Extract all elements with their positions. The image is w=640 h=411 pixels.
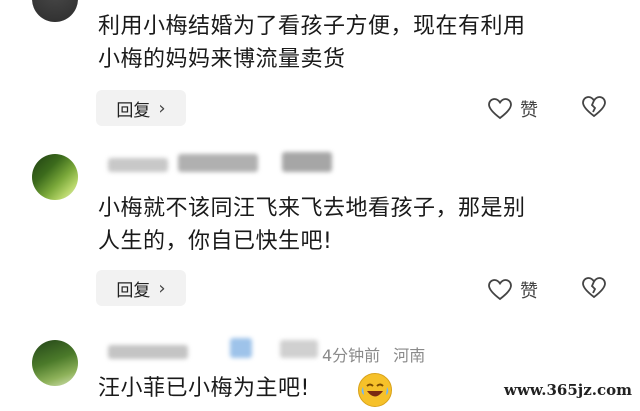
username-blur	[178, 154, 258, 172]
reply-button[interactable]: 回复 ›	[96, 90, 186, 126]
chevron-right-icon: ›	[158, 277, 166, 299]
comment-location: 河南	[393, 346, 426, 365]
comment-time: 4分钟前	[322, 346, 381, 365]
reply-button[interactable]: 回复 ›	[96, 270, 186, 306]
dislike-button[interactable]	[582, 96, 606, 118]
like-button[interactable]: 赞	[488, 96, 538, 122]
avatar[interactable]	[32, 340, 78, 386]
reply-label: 回复	[116, 100, 151, 121]
thumb-up-icon	[488, 98, 512, 120]
watermark: www.365jz.com	[504, 381, 632, 399]
comment-text-line: 小梅的妈妈来博流量卖货	[98, 47, 346, 72]
comment-text-line: 小梅就不该同汪飞来飞去地看孩子，那是别	[98, 196, 526, 221]
avatar[interactable]	[32, 154, 78, 200]
thumb-up-icon	[488, 279, 512, 301]
username-blur	[108, 158, 168, 172]
comment-text-line: 利用小梅结婚为了看孩子方便，现在有利用	[98, 14, 526, 39]
comment-text-line: 人生的，你自已快生吧!	[98, 229, 333, 254]
username-blur	[282, 152, 332, 172]
comment-text: 利用小梅结婚为了看孩子方便，现在有利用 小梅的妈妈来博流量卖货	[98, 10, 620, 76]
username-blur	[280, 340, 318, 358]
like-button[interactable]: 赞	[488, 277, 538, 303]
username-blur	[108, 345, 188, 359]
reply-label: 回复	[116, 280, 151, 301]
chevron-right-icon: ›	[158, 97, 166, 119]
avatar[interactable]	[32, 0, 78, 22]
comment-text: 小梅就不该同汪飞来飞去地看孩子，那是别 人生的，你自已快生吧!	[98, 192, 620, 258]
laughing-crying-emoji-icon	[358, 373, 392, 407]
broken-heart-icon	[582, 277, 606, 299]
like-label: 赞	[520, 281, 538, 302]
username-blur	[230, 338, 252, 358]
dislike-button[interactable]	[582, 277, 606, 299]
like-label: 赞	[520, 100, 538, 121]
broken-heart-icon	[582, 96, 606, 118]
comment-meta: 4分钟前 河南	[322, 342, 425, 366]
